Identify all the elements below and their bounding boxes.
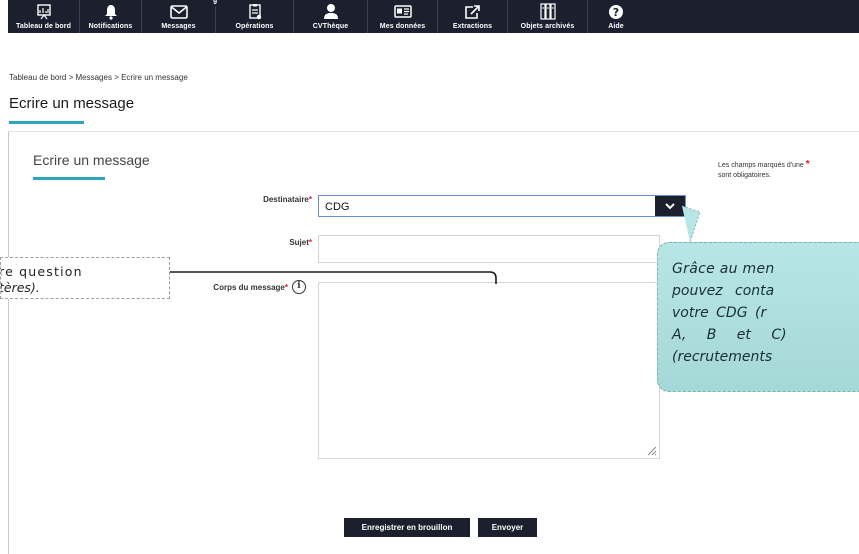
- right-callout-line-1: Grâce au men: [672, 261, 775, 277]
- left-annotation-callout: re question tères).: [0, 257, 170, 299]
- right-callout-line-3: votre CDG (r: [672, 305, 767, 321]
- left-callout-connector: [170, 271, 497, 284]
- left-callout-line-1: re question: [0, 264, 83, 279]
- right-callout-line-5: (recrutements: [672, 349, 773, 365]
- left-callout-line-2: tères).: [0, 280, 40, 295]
- right-callout-line-2: pouvez conta: [672, 283, 775, 299]
- right-callout-pointer: [681, 205, 701, 243]
- right-annotation-callout: Grâce au men pouvez conta votre CDG (r A…: [657, 242, 859, 392]
- right-callout-line-4: A, B et C): [672, 327, 787, 343]
